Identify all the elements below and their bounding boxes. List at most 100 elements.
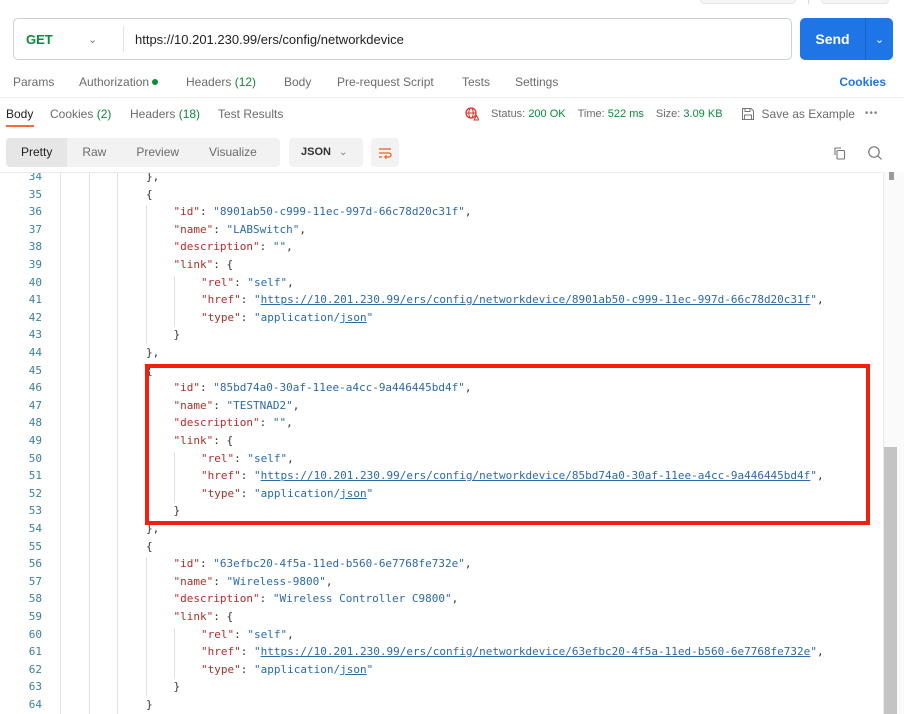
json-punctuation: :	[213, 574, 227, 588]
json-punctuation: :	[240, 486, 254, 500]
json-punctuation: :	[240, 310, 254, 324]
code-line: 47 "name": "TESTNAD2",	[0, 397, 882, 415]
json-link[interactable]: json	[340, 663, 367, 676]
code-line: 49 "link": {	[0, 432, 882, 450]
json-punctuation: ,	[292, 398, 300, 412]
url-input[interactable]: https://10.201.230.99/ers/config/network…	[124, 32, 404, 47]
json-link[interactable]: https://10.201.230.99/ers/config/network…	[261, 293, 811, 306]
code-line: 35 {	[0, 186, 882, 204]
line-number: 62	[28, 662, 42, 676]
method-selector[interactable]: GET ⌄	[14, 26, 124, 52]
line-number: 36	[28, 205, 42, 219]
cookies-link[interactable]: Cookies	[839, 74, 886, 90]
json-key: "id"	[173, 557, 201, 571]
line-number: 59	[28, 610, 42, 623]
tab-settings[interactable]: Settings	[515, 74, 558, 90]
json-punctuation: ,	[325, 574, 333, 588]
code-content: "href": "https://10.201.230.99/ers/confi…	[201, 643, 824, 661]
json-key: "description"	[173, 240, 260, 254]
json-string: "	[366, 486, 374, 500]
json-string: "Wireless-9800"	[226, 574, 326, 588]
json-punctuation: ,	[287, 451, 294, 465]
tab-pre-request-script[interactable]: Pre-request Script	[337, 74, 434, 90]
line-number: 58	[28, 592, 42, 606]
response-tab-headers[interactable]: Headers (18)	[130, 106, 200, 122]
status-value[interactable]: 200 OK	[528, 106, 565, 122]
json-key: "description"	[173, 416, 260, 430]
json-string: "	[810, 293, 817, 307]
json-punctuation: }	[173, 504, 181, 518]
json-link[interactable]: https://10.201.230.99/ers/config/network…	[261, 469, 811, 482]
code-content: "rel": "self",	[201, 274, 294, 292]
json-key: "href"	[201, 293, 241, 307]
wrap-lines-button[interactable]	[371, 138, 399, 167]
line-number: 55	[28, 539, 42, 553]
size-value[interactable]: 3.09 KB	[683, 106, 722, 122]
code-content: {	[146, 362, 153, 380]
send-options-chevron-icon[interactable]: ⌄	[866, 33, 893, 46]
format-dropdown[interactable]: JSON ⌄	[289, 138, 363, 167]
json-punctuation: ,	[464, 205, 472, 219]
indent-guide	[146, 381, 147, 520]
response-body-editor[interactable]: 34}, 35{36 "id": "8901ab50-c999-11ec-997d-…	[0, 172, 882, 714]
tab-body[interactable]: Body	[284, 74, 311, 90]
url-bar: GET ⌄ https://10.201.230.99/ers/config/n…	[13, 18, 792, 60]
view-preview[interactable]: Preview	[121, 138, 194, 167]
code-content: "description": "Wireless Controller C980…	[174, 590, 459, 608]
code-content: },	[146, 520, 159, 538]
copy-icon[interactable]	[832, 146, 846, 160]
code-line: 34},	[0, 173, 882, 186]
request-url-row: GET ⌄ https://10.201.230.99/ers/config/n…	[13, 18, 893, 60]
view-visualize[interactable]: Visualize	[194, 138, 272, 167]
json-link[interactable]: json	[340, 487, 367, 500]
tab-headers[interactable]: Headers (12)	[186, 74, 256, 90]
view-pretty[interactable]: Pretty	[6, 138, 68, 167]
response-tab-body[interactable]: Body	[6, 106, 33, 122]
code-line: 57 "name": "Wireless-9800",	[0, 573, 882, 591]
line-number: 53	[28, 504, 42, 518]
method-label: GET	[26, 31, 53, 47]
time-label: Time:	[577, 108, 605, 120]
tab-params[interactable]: Params	[13, 74, 54, 90]
tab-authorization[interactable]: Authorization	[79, 74, 159, 90]
view-raw[interactable]: Raw	[67, 138, 121, 167]
chevron-down-icon: ⌄	[338, 147, 348, 158]
json-punctuation: }	[173, 680, 181, 694]
code-line: 40 "rel": "self",	[0, 274, 882, 292]
send-button[interactable]: Send	[800, 18, 866, 60]
view-toggle[interactable]	[821, 0, 889, 4]
code-line: 43}	[0, 326, 882, 344]
cookies-count: (2)	[96, 107, 112, 121]
code-line: 53}	[0, 502, 882, 520]
json-link[interactable]: https://10.201.230.99/ers/config/network…	[261, 645, 811, 658]
response-tab-test-results[interactable]: Test Results	[218, 106, 283, 122]
line-number: 41	[28, 293, 42, 307]
globe-warning-icon[interactable]	[465, 107, 479, 121]
json-punctuation: ,	[464, 557, 472, 571]
code-content: "type": "application/json"	[201, 485, 373, 503]
json-string: "self"	[247, 275, 288, 289]
json-link[interactable]: json	[340, 311, 367, 324]
code-content: "name": "Wireless-9800",	[174, 573, 333, 591]
scrollbar-thumb[interactable]	[884, 447, 897, 714]
indent-guide	[146, 557, 147, 696]
code-line: 36 "id": "8901ab50-c999-11ec-997d-66c78d2…	[0, 203, 882, 221]
time-value[interactable]: 522 ms	[608, 106, 644, 122]
environment-selector[interactable]	[700, 0, 796, 4]
json-key: "type"	[201, 662, 241, 676]
json-punctuation: :	[200, 381, 214, 395]
json-string: "application/	[254, 310, 341, 324]
json-punctuation: :	[259, 592, 273, 606]
response-tab-cookies-label: Cookies	[50, 107, 94, 121]
json-string: "	[810, 645, 817, 659]
size-label: Size:	[655, 108, 681, 120]
save-as-example-button[interactable]: Save as Example	[741, 106, 855, 122]
search-icon[interactable]	[867, 145, 883, 161]
code-content: }	[174, 326, 181, 344]
response-tab-cookies[interactable]: Cookies (2)	[50, 106, 111, 122]
json-punctuation: }	[146, 698, 153, 711]
json-string: "application/	[254, 486, 341, 500]
tab-tests[interactable]: Tests	[462, 74, 490, 90]
more-options-icon[interactable]: •••	[865, 106, 879, 122]
json-key: "type"	[201, 310, 241, 324]
